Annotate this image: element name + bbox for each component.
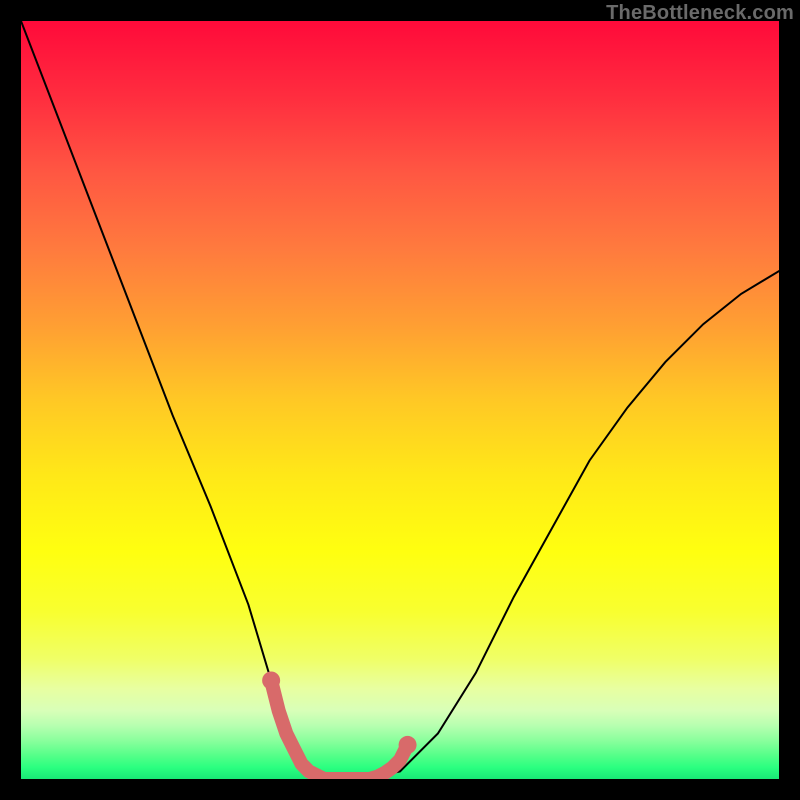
bottleneck-curve-line [21, 21, 779, 779]
chart-svg-overlay [21, 21, 779, 779]
watermark-text: TheBottleneck.com [606, 2, 794, 25]
optimal-highlight-endpoint-left [262, 671, 280, 689]
optimal-highlight-endpoint-right [399, 736, 417, 754]
optimal-highlight-line [271, 681, 408, 780]
chart-plot-area [21, 21, 779, 779]
